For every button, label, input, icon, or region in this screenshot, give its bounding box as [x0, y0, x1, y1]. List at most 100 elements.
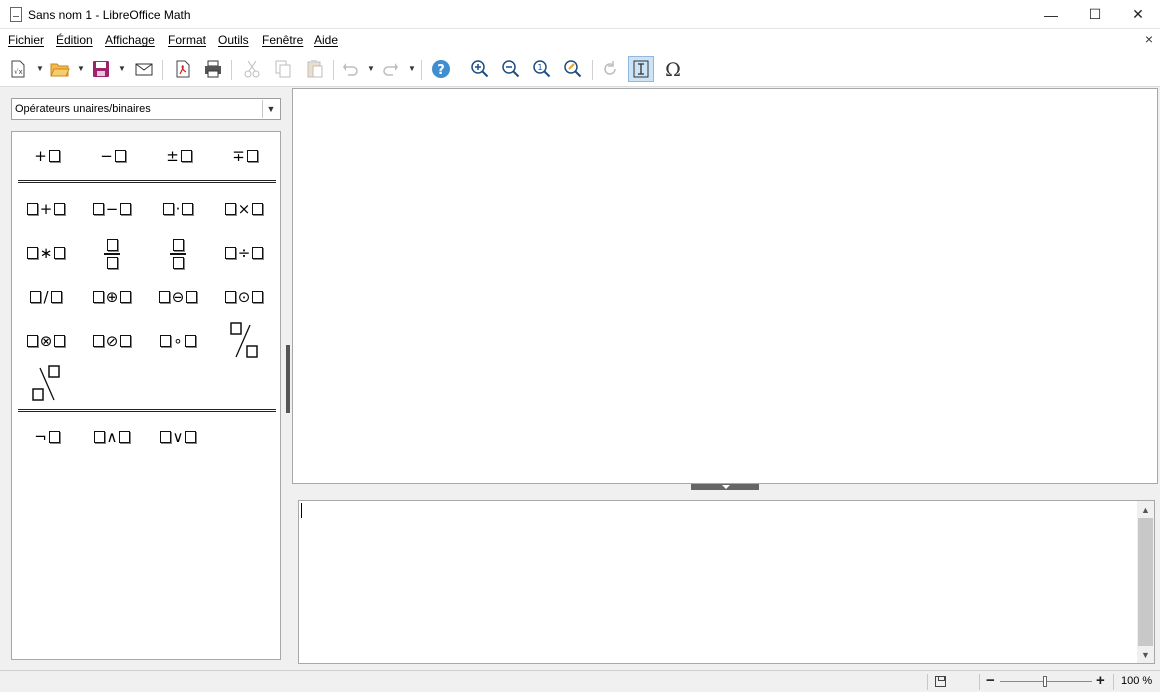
zoom-out-button[interactable]: [498, 56, 524, 82]
zoom-out-icon: [502, 60, 520, 78]
close-document-button[interactable]: ×: [1145, 31, 1153, 47]
redo-button[interactable]: [378, 56, 404, 82]
editor-splitter-handle[interactable]: [691, 484, 759, 490]
element-wide-slash[interactable]: [214, 318, 274, 362]
svg-text:√x: √x: [14, 68, 23, 76]
category-select[interactable]: Opérateurs unaires/binaires ▼: [11, 98, 281, 120]
element-unary-plus[interactable]: +: [16, 141, 76, 171]
element-multiplication-times[interactable]: ×: [214, 194, 274, 224]
save-icon: [93, 61, 109, 77]
element-addition[interactable]: +: [16, 194, 76, 224]
element-circled-plus[interactable]: ⊕: [82, 282, 142, 312]
placeholder-box: [48, 150, 60, 162]
scroll-down-icon[interactable]: ▼: [1137, 646, 1154, 663]
text-caret: [301, 503, 302, 518]
redo-dropdown-arrow[interactable]: ▼: [408, 65, 416, 73]
document-modified-icon[interactable]: [935, 676, 946, 687]
elements-sidebar: Opérateurs unaires/binaires ▼ + − ± ∓ + …: [0, 88, 286, 669]
copy-button[interactable]: [270, 56, 296, 82]
toolbar-separator: [592, 60, 593, 80]
menu-edition[interactable]: Édition: [56, 33, 93, 47]
zoom-out-slider-button[interactable]: −: [986, 672, 995, 689]
chevron-down-icon[interactable]: ▼: [262, 100, 279, 118]
sidebar-splitter-handle[interactable]: [286, 345, 290, 413]
menu-fenetre[interactable]: Fenêtre: [262, 33, 303, 47]
vertical-scrollbar[interactable]: ▲ ▼: [1137, 501, 1154, 663]
toolbar-separator: [231, 60, 232, 80]
minimize-button[interactable]: —: [1029, 0, 1073, 29]
close-window-button[interactable]: ✕: [1116, 0, 1160, 29]
section-divider: [18, 180, 276, 183]
element-not[interactable]: ¬: [16, 422, 76, 452]
show-all-button[interactable]: [560, 56, 586, 82]
export-pdf-button[interactable]: [170, 56, 196, 82]
undo-icon: [343, 63, 358, 76]
element-and[interactable]: ∧: [82, 422, 142, 452]
paste-button[interactable]: [302, 56, 328, 82]
paste-icon: [307, 60, 323, 78]
scroll-thumb[interactable]: [1138, 518, 1153, 646]
element-slash[interactable]: /: [16, 282, 76, 312]
zoom-fit-icon: [564, 60, 582, 78]
scroll-up-icon[interactable]: ▲: [1137, 501, 1154, 518]
print-button[interactable]: [200, 56, 226, 82]
element-circled-minus[interactable]: ⊖: [148, 282, 208, 312]
undo-button[interactable]: [337, 56, 363, 82]
save-dropdown-arrow[interactable]: ▼: [118, 65, 126, 73]
open-dropdown-arrow[interactable]: ▼: [77, 65, 85, 73]
element-division-fraction[interactable]: [148, 235, 208, 273]
svg-text:Ω: Ω: [665, 59, 681, 79]
menu-fichier[interactable]: Fichier: [8, 33, 44, 47]
zoom-percentage[interactable]: 100 %: [1121, 675, 1152, 687]
update-button[interactable]: [597, 56, 623, 82]
placeholder-box: [246, 150, 258, 162]
email-button[interactable]: [131, 56, 157, 82]
element-division[interactable]: ÷: [214, 238, 274, 268]
element-or[interactable]: ∨: [148, 422, 208, 452]
toolbar-separator: [333, 60, 334, 80]
element-subtraction[interactable]: −: [82, 194, 142, 224]
element-fraction[interactable]: [82, 235, 142, 273]
element-plus-minus[interactable]: ±: [148, 141, 208, 171]
title-bar: Sans nom 1 - LibreOffice Math — ☐ ✕: [0, 0, 1160, 29]
text-cursor-icon: [633, 60, 649, 78]
menu-format[interactable]: Format: [168, 33, 206, 47]
math-document-icon: [10, 7, 22, 22]
element-circled-slash[interactable]: ⊘: [82, 326, 142, 356]
element-minus-plus[interactable]: ∓: [214, 141, 274, 171]
zoom-100-button[interactable]: 1: [529, 56, 555, 82]
element-circled-dot[interactable]: ⊙: [214, 282, 274, 312]
formula-cursor-button[interactable]: [628, 56, 654, 82]
formula-preview-area[interactable]: [292, 88, 1158, 484]
help-button[interactable]: ?: [428, 56, 454, 82]
element-multiplication-dot[interactable]: ·: [148, 194, 208, 224]
zoom-in-slider-button[interactable]: +: [1096, 672, 1105, 689]
zoom-in-icon: [471, 60, 489, 78]
element-circled-times[interactable]: ⊗: [16, 326, 76, 356]
refresh-icon: [604, 61, 616, 75]
symbols-button[interactable]: Ω: [660, 56, 686, 82]
scissors-icon: [244, 60, 260, 78]
element-unary-minus[interactable]: −: [82, 141, 142, 171]
command-editor[interactable]: ▲ ▼: [298, 500, 1155, 664]
menu-outils[interactable]: Outils: [218, 33, 249, 47]
undo-dropdown-arrow[interactable]: ▼: [367, 65, 375, 73]
cut-button[interactable]: [239, 56, 265, 82]
menu-aide[interactable]: Aide: [314, 33, 338, 47]
maximize-button[interactable]: ☐: [1073, 0, 1117, 29]
standard-toolbar: √x ▼ ▼ ▼ ▼ ▼ ? 1 Ω: [0, 52, 1160, 87]
menu-affichage[interactable]: Affichage: [105, 33, 155, 47]
zoom-in-button[interactable]: [467, 56, 493, 82]
new-dropdown-arrow[interactable]: ▼: [36, 65, 44, 73]
zoom-slider-thumb[interactable]: [1043, 676, 1047, 687]
placeholder-box: [114, 150, 126, 162]
save-button[interactable]: [88, 56, 114, 82]
element-wide-backslash[interactable]: [16, 361, 76, 405]
minimize-icon: —: [1044, 6, 1058, 23]
menu-bar: Fichier Édition Affichage Format Outils …: [0, 29, 1160, 52]
element-asterisk[interactable]: ∗: [16, 238, 76, 268]
element-composition[interactable]: ∘: [148, 326, 208, 356]
open-button[interactable]: [47, 56, 73, 82]
omega-icon: Ω: [665, 59, 681, 79]
new-document-button[interactable]: √x: [5, 56, 31, 82]
